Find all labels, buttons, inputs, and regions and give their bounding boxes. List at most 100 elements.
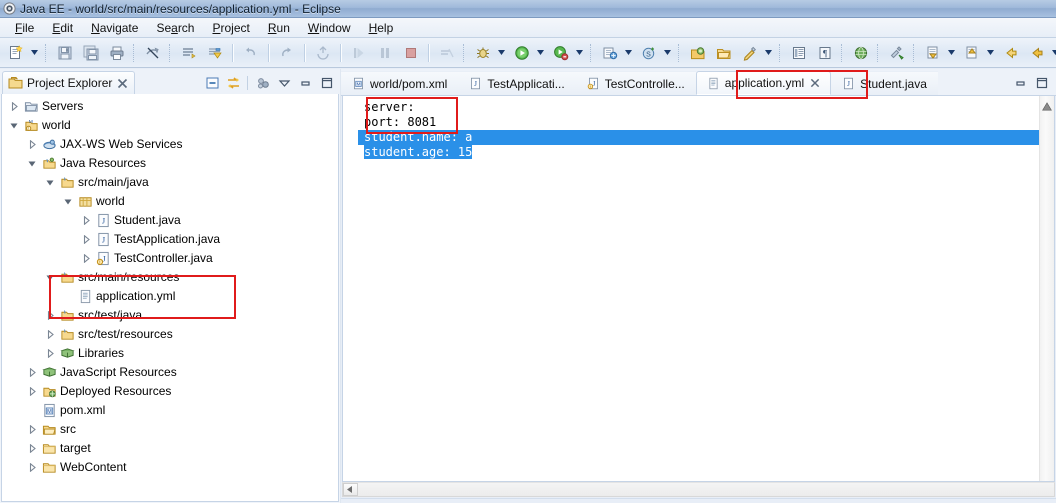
search-icon[interactable] bbox=[738, 41, 762, 65]
minimize-icon[interactable] bbox=[295, 73, 315, 93]
twisty-expanded-icon[interactable] bbox=[42, 173, 58, 192]
tree-item-javascript-resources[interactable]: JavaScript Resources bbox=[2, 363, 338, 382]
twisty-collapsed-icon[interactable] bbox=[6, 97, 22, 116]
suspend-icon[interactable] bbox=[373, 41, 397, 65]
menu-window[interactable]: Window bbox=[299, 19, 360, 37]
tree-item-jax-ws-web-services[interactable]: JAX-WS Web Services bbox=[2, 135, 338, 154]
menu-navigate[interactable]: Navigate bbox=[82, 19, 147, 37]
twisty-expanded-icon[interactable] bbox=[42, 268, 58, 287]
twisty-expanded-icon[interactable] bbox=[6, 116, 22, 135]
next-annotation-dropdown-arrow[interactable] bbox=[946, 42, 957, 64]
open-web-browser-icon[interactable] bbox=[849, 41, 873, 65]
debug-dropdown-arrow[interactable] bbox=[496, 42, 507, 64]
twisty-collapsed-icon[interactable] bbox=[24, 439, 40, 458]
minimize-icon[interactable] bbox=[1010, 73, 1030, 93]
previous-annotation-icon[interactable] bbox=[960, 41, 984, 65]
tree-item-testapplication-java[interactable]: J TestApplication.java bbox=[2, 230, 338, 249]
twisty-collapsed-icon[interactable] bbox=[42, 325, 58, 344]
menu-run[interactable]: Run bbox=[259, 19, 299, 37]
new-server-dropdown-arrow[interactable] bbox=[662, 42, 673, 64]
next-annotation-icon[interactable] bbox=[921, 41, 945, 65]
twisty-collapsed-icon[interactable] bbox=[24, 420, 40, 439]
twisty-expanded-icon[interactable] bbox=[24, 154, 40, 173]
resume-icon[interactable] bbox=[347, 41, 371, 65]
tree-item-deployed-resources[interactable]: Deployed Resources bbox=[2, 382, 338, 401]
twisty-collapsed-icon[interactable] bbox=[42, 344, 58, 363]
save-all-icon[interactable] bbox=[79, 41, 103, 65]
collapse-all-icon[interactable] bbox=[202, 73, 222, 93]
twisty-collapsed-icon[interactable] bbox=[24, 382, 40, 401]
external-tools-icon[interactable] bbox=[598, 41, 622, 65]
tree-item-src-test-resources[interactable]: src/test/resources bbox=[2, 325, 338, 344]
new-wizard-dropdown-arrow[interactable] bbox=[29, 42, 40, 64]
open-type-icon[interactable] bbox=[686, 41, 710, 65]
tree-item-world[interactable]: M! world bbox=[2, 116, 338, 135]
coverage-dropdown-arrow[interactable] bbox=[574, 42, 585, 64]
view-menu-icon[interactable] bbox=[274, 73, 294, 93]
refresh-icon[interactable] bbox=[311, 41, 335, 65]
editor-tab-student-java[interactable]: J Student.java bbox=[831, 71, 938, 95]
tree-item-src[interactable]: src bbox=[2, 420, 338, 439]
view-menu-focus-icon[interactable] bbox=[253, 73, 273, 93]
twisty-collapsed-icon[interactable] bbox=[24, 458, 40, 477]
editor-tab-world-pom-xml[interactable]: Mworld/pom.xml bbox=[341, 71, 459, 95]
twisty-collapsed-icon[interactable] bbox=[24, 135, 40, 154]
project-explorer-tab[interactable]: Project Explorer bbox=[2, 71, 136, 94]
menu-edit[interactable]: Edit bbox=[43, 19, 82, 37]
menu-search[interactable]: Search bbox=[147, 19, 203, 37]
run-last-tool-icon[interactable] bbox=[885, 41, 909, 65]
yaml-source[interactable]: server: port: 8081 student.name: a student.… bbox=[358, 96, 1039, 481]
run-dropdown-arrow[interactable] bbox=[535, 42, 546, 64]
back-dropdown-arrow[interactable] bbox=[1050, 42, 1056, 64]
overview-ruler[interactable] bbox=[1039, 96, 1054, 481]
tree-item-libraries[interactable]: Libraries bbox=[2, 344, 338, 363]
new-server-icon[interactable]: S bbox=[637, 41, 661, 65]
build-all-icon[interactable] bbox=[177, 41, 201, 65]
undo-icon[interactable] bbox=[239, 41, 263, 65]
save-icon[interactable] bbox=[53, 41, 77, 65]
twisty-collapsed-icon[interactable] bbox=[24, 363, 40, 382]
menu-file[interactable]: File bbox=[6, 19, 43, 37]
editor-tab-testapplicati-[interactable]: J TestApplicati... bbox=[458, 71, 576, 95]
tree-item-servers[interactable]: Servers bbox=[2, 97, 338, 116]
skip-breakpoints-icon[interactable] bbox=[435, 41, 459, 65]
project-tree[interactable]: Servers M! world JAX-WS Web Services Java Re… bbox=[1, 94, 339, 502]
search-dropdown-arrow[interactable] bbox=[763, 42, 774, 64]
editor-horizontal-scrollbar[interactable] bbox=[342, 482, 1055, 497]
twisty-expanded-icon[interactable] bbox=[60, 192, 76, 211]
toggle-mark-occurrences-icon[interactable]: ¶ bbox=[813, 41, 837, 65]
tree-item-student-java[interactable]: J Student.java bbox=[2, 211, 338, 230]
maximize-icon[interactable] bbox=[316, 73, 336, 93]
twisty-collapsed-icon[interactable] bbox=[42, 306, 58, 325]
toggle-breadcrumb-icon[interactable] bbox=[787, 41, 811, 65]
tree-item-src-test-java[interactable]: src/test/java bbox=[2, 306, 338, 325]
scroll-left-arrow-icon[interactable] bbox=[343, 483, 358, 496]
external-tools-dropdown-arrow[interactable] bbox=[623, 42, 634, 64]
tree-item-testcontroller-java[interactable]: J! TestController.java bbox=[2, 249, 338, 268]
tree-item-target[interactable]: target bbox=[2, 439, 338, 458]
hide-annotations-icon[interactable] bbox=[141, 41, 165, 65]
run-coverage-icon[interactable] bbox=[549, 41, 573, 65]
editor-tab-testcontrolle-[interactable]: J! TestControlle... bbox=[575, 71, 696, 95]
print-icon[interactable] bbox=[105, 41, 129, 65]
twisty-collapsed-icon[interactable] bbox=[78, 230, 94, 249]
link-with-editor-icon[interactable] bbox=[223, 73, 243, 93]
debug-icon[interactable] bbox=[471, 41, 495, 65]
editor-tab-application-yml[interactable]: application.yml bbox=[695, 71, 832, 95]
maximize-icon[interactable] bbox=[1031, 73, 1051, 93]
menu-help[interactable]: Help bbox=[360, 19, 403, 37]
close-icon[interactable] bbox=[117, 78, 128, 89]
tree-item-pom-xml[interactable]: Mpom.xml bbox=[2, 401, 338, 420]
previous-annotation-dropdown-arrow[interactable] bbox=[985, 42, 996, 64]
twisty-collapsed-icon[interactable] bbox=[78, 249, 94, 268]
new-wizard-icon[interactable] bbox=[4, 41, 28, 65]
tree-item-world[interactable]: world bbox=[2, 192, 338, 211]
tree-item-webcontent[interactable]: WebContent bbox=[2, 458, 338, 477]
tree-item-src-main-resources[interactable]: src/main/resources bbox=[2, 268, 338, 287]
close-icon[interactable] bbox=[810, 78, 820, 88]
twisty-collapsed-icon[interactable] bbox=[78, 211, 94, 230]
menu-project[interactable]: Project bbox=[203, 19, 258, 37]
tree-item-java-resources[interactable]: Java Resources bbox=[2, 154, 338, 173]
terminate-icon[interactable] bbox=[399, 41, 423, 65]
back-history-icon[interactable] bbox=[1025, 41, 1049, 65]
